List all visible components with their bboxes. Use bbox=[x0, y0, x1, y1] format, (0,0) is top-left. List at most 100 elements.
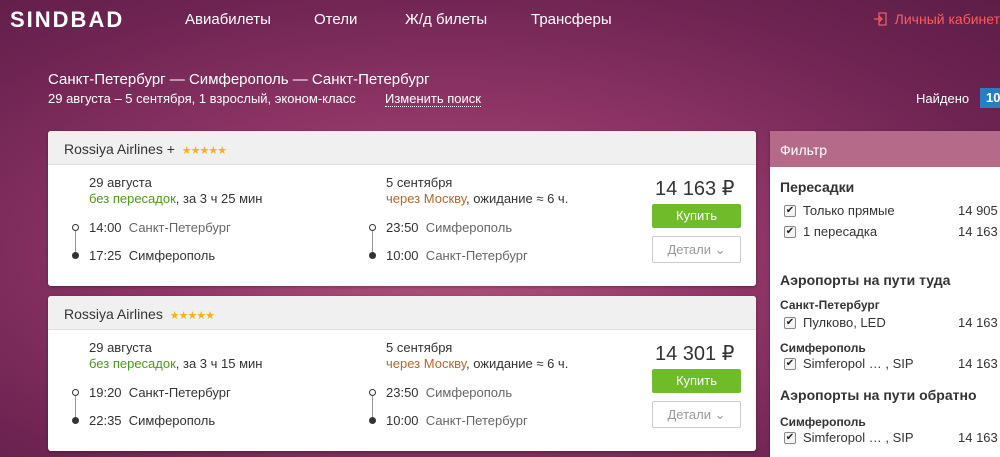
change-search-link[interactable]: Изменить поиск bbox=[385, 91, 481, 107]
via-label: через Москву bbox=[386, 191, 466, 206]
search-details: 29 августа – 5 сентября, 1 взрослый, эко… bbox=[48, 91, 356, 106]
airport-group-label: Симферополь bbox=[780, 415, 866, 429]
airport-group-label: Санкт-Петербург bbox=[780, 298, 880, 312]
city: Симферополь bbox=[425, 220, 513, 235]
filter-option-simferopol[interactable]: ✔ Simferopol … , SIP 14 163 bbox=[784, 356, 1000, 374]
return-date: 5 сентября bbox=[386, 175, 453, 190]
details-button[interactable]: Детали ⌄ bbox=[652, 401, 741, 428]
checkbox[interactable]: ✔ bbox=[784, 226, 796, 238]
option-label: Simferopol … , SIP bbox=[803, 430, 914, 445]
nonstop-label: без пересадок bbox=[89, 356, 176, 371]
option-price: 14 163 bbox=[958, 356, 998, 371]
option-price: 14 163 bbox=[958, 315, 998, 330]
outbound-departure: 14:00 Санкт-Петербург bbox=[89, 220, 231, 235]
filter-header: Фильтр bbox=[770, 131, 1000, 167]
airline-name: Rossiya Airlines + bbox=[64, 141, 175, 157]
departure-dot bbox=[369, 224, 376, 231]
airports-there-title: Аэропорты на пути туда bbox=[780, 272, 951, 288]
via-label: через Москву bbox=[386, 356, 466, 371]
buy-button[interactable]: Купить bbox=[652, 369, 741, 393]
airports-back-title: Аэропорты на пути обратно bbox=[780, 387, 977, 403]
return-date: 5 сентября bbox=[386, 340, 453, 355]
city: Санкт-Петербург bbox=[128, 385, 231, 400]
outbound-date: 29 августа bbox=[89, 340, 152, 355]
nav-hotels[interactable]: Отели bbox=[314, 11, 357, 28]
buy-button[interactable]: Купить bbox=[652, 204, 741, 228]
arrival-dot bbox=[369, 417, 376, 424]
airport-group-label: Симферополь bbox=[780, 341, 866, 355]
time: 14:00 bbox=[89, 220, 122, 235]
logo[interactable]: SINDBAD bbox=[10, 7, 124, 33]
checkbox[interactable]: ✔ bbox=[784, 205, 796, 217]
time: 10:00 bbox=[386, 248, 419, 263]
found-label: Найдено bbox=[916, 91, 970, 106]
return-departure: 23:50 Симферополь bbox=[386, 220, 512, 235]
city: Санкт-Петербург bbox=[425, 413, 528, 428]
price: 14 301 ₽ bbox=[655, 343, 735, 365]
arrival-dot bbox=[72, 252, 79, 259]
filter-option-pulkovo[interactable]: ✔ Пулково, LED 14 163 bbox=[784, 315, 1000, 333]
airline-name: Rossiya Airlines bbox=[64, 306, 163, 322]
option-price: 14 905 bbox=[958, 203, 998, 218]
outbound-summary: без пересадок, за 3 ч 15 мин bbox=[89, 356, 262, 371]
outbound-date: 29 августа bbox=[89, 175, 152, 190]
time: 10:00 bbox=[386, 413, 419, 428]
cabinet-label: Личный кабинет bbox=[894, 11, 1000, 27]
nonstop-label: без пересадок bbox=[89, 191, 176, 206]
return-summary: через Москву, ожидание ≈ 6 ч. bbox=[386, 191, 568, 206]
nav-transfers[interactable]: Трансферы bbox=[531, 11, 612, 28]
time: 23:50 bbox=[386, 385, 419, 400]
personal-cabinet-link[interactable]: Личный кабинет bbox=[873, 11, 1000, 27]
result-card: Rossiya Airlines ★★★★★ 29 августа без пе… bbox=[48, 296, 756, 451]
route-line bbox=[75, 396, 76, 417]
city: Симферополь bbox=[128, 248, 216, 263]
option-label: 1 пересадка bbox=[803, 224, 878, 239]
top-bar: SINDBAD Авиабилеты Отели Ж/д билеты Тран… bbox=[0, 0, 1000, 40]
rating-stars: ★★★★★ bbox=[181, 145, 227, 157]
filter-panel: Фильтр Пересадки ✔ Только прямые 14 905 … bbox=[770, 131, 1000, 457]
price: 14 163 ₽ bbox=[655, 178, 735, 200]
time: 23:50 bbox=[386, 220, 419, 235]
filter-option-one-transfer[interactable]: ✔ 1 пересадка 14 163 bbox=[784, 224, 1000, 242]
departure-dot bbox=[72, 389, 79, 396]
time: 17:25 bbox=[89, 248, 122, 263]
filter-option-direct[interactable]: ✔ Только прямые 14 905 bbox=[784, 203, 1000, 221]
city: Санкт-Петербург bbox=[425, 248, 528, 263]
route-line bbox=[372, 231, 373, 252]
nav-trains[interactable]: Ж/д билеты bbox=[405, 11, 487, 28]
details-label: Детали bbox=[667, 407, 711, 422]
login-icon bbox=[873, 12, 887, 26]
nav-flights[interactable]: Авиабилеты bbox=[185, 11, 271, 28]
route-line bbox=[372, 396, 373, 417]
city: Санкт-Петербург bbox=[128, 220, 231, 235]
found-count-badge: 10 bbox=[980, 88, 1000, 108]
duration-label: , за 3 ч 25 мин bbox=[175, 191, 263, 206]
filter-option-simferopol-back[interactable]: ✔ Simferopol … , SIP 14 163 bbox=[784, 430, 1000, 448]
wait-label: , ожидание ≈ 6 ч. bbox=[465, 356, 569, 371]
outbound-summary: без пересадок, за 3 ч 25 мин bbox=[89, 191, 262, 206]
option-price: 14 163 bbox=[958, 430, 998, 445]
details-label: Детали bbox=[667, 242, 711, 257]
chevron-down-icon: ⌄ bbox=[714, 242, 726, 257]
result-card: Rossiya Airlines + ★★★★★ 29 августа без … bbox=[48, 131, 756, 286]
city: Симферополь bbox=[425, 385, 513, 400]
chevron-down-icon: ⌄ bbox=[714, 407, 726, 422]
outbound-departure: 19:20 Санкт-Петербург bbox=[89, 385, 231, 400]
transfers-title: Пересадки bbox=[780, 179, 855, 195]
option-label: Только прямые bbox=[803, 203, 895, 218]
card-header: Rossiya Airlines ★★★★★ bbox=[48, 296, 756, 330]
arrival-dot bbox=[369, 252, 376, 259]
departure-dot bbox=[72, 224, 79, 231]
checkbox[interactable]: ✔ bbox=[784, 317, 796, 329]
search-route: Санкт-Петербург — Симферополь — Санкт-Пе… bbox=[48, 71, 430, 88]
wait-label: , ожидание ≈ 6 ч. bbox=[465, 191, 569, 206]
departure-dot bbox=[369, 389, 376, 396]
rating-stars: ★★★★★ bbox=[169, 310, 215, 322]
checkbox[interactable]: ✔ bbox=[784, 432, 796, 444]
return-summary: через Москву, ожидание ≈ 6 ч. bbox=[386, 356, 568, 371]
return-arrival: 10:00 Санкт-Петербург bbox=[386, 413, 528, 428]
option-label: Пулково, LED bbox=[803, 315, 886, 330]
details-button[interactable]: Детали ⌄ bbox=[652, 236, 741, 263]
checkbox[interactable]: ✔ bbox=[784, 358, 796, 370]
time: 19:20 bbox=[89, 385, 122, 400]
